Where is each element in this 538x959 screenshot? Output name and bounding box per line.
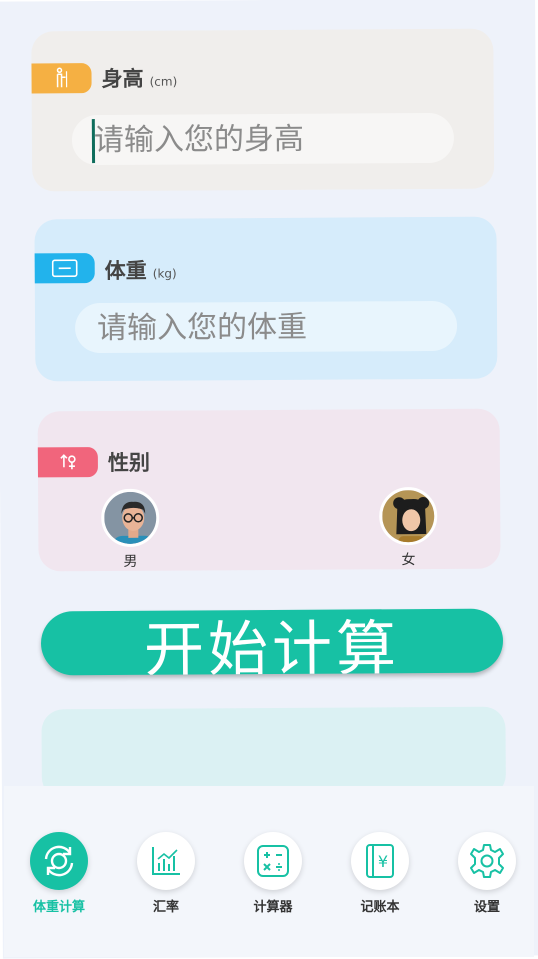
weight-input[interactable] xyxy=(75,301,457,353)
text-caret xyxy=(92,119,95,163)
gender-tag xyxy=(38,447,98,477)
height-input[interactable] xyxy=(72,113,454,165)
person-height-icon xyxy=(52,67,70,89)
weight-title-label: 体重 xyxy=(105,255,147,285)
tab-label: 汇率 xyxy=(121,896,211,915)
weight-tag xyxy=(35,253,95,283)
male-avatar[interactable] xyxy=(101,489,159,547)
gender-label-male: 男 xyxy=(98,551,162,571)
gender-title-label: 性别 xyxy=(108,447,150,477)
calculator-icon[interactable] xyxy=(244,832,302,890)
height-tag xyxy=(31,63,91,93)
gender-title: 性别 xyxy=(108,447,150,477)
tab-exchange-rate[interactable]: 汇率 xyxy=(121,832,211,915)
gender-option-male[interactable]: 男 xyxy=(98,489,162,571)
gender-label-female: 女 xyxy=(376,549,440,569)
gender-card: 性别 男 xyxy=(38,409,501,572)
tab-label: 计算器 xyxy=(228,896,318,915)
scale-icon xyxy=(52,259,78,277)
weight-title: 体重 (kg) xyxy=(105,255,177,285)
tab-label: 体重计算 xyxy=(14,896,104,915)
tab-ledger[interactable]: ¥ 记账本 xyxy=(335,832,425,915)
height-card: 身高 (cm) xyxy=(31,29,494,192)
tab-label: 设置 xyxy=(442,896,532,915)
svg-text:¥: ¥ xyxy=(378,852,388,871)
chart-icon[interactable] xyxy=(137,832,195,890)
tab-weight-calc[interactable]: 体重计算 xyxy=(14,832,104,915)
gear-icon[interactable] xyxy=(458,832,516,890)
tab-settings[interactable]: 设置 xyxy=(442,832,532,915)
refresh-cycle-icon[interactable] xyxy=(30,832,88,890)
gender-icon xyxy=(58,453,78,471)
start-calculate-button[interactable]: 开始计算 xyxy=(41,609,503,676)
height-unit: (cm) xyxy=(150,75,178,89)
tab-label: 记账本 xyxy=(335,896,425,915)
height-title: 身高 (cm) xyxy=(101,63,177,93)
ledger-icon[interactable]: ¥ xyxy=(351,832,409,890)
bottom-tab-bar: 体重计算 汇率 计算器 xyxy=(4,786,534,957)
tab-calculator[interactable]: 计算器 xyxy=(228,832,318,915)
weight-card: 体重 (kg) xyxy=(34,217,497,382)
weight-unit: (kg) xyxy=(153,267,177,281)
female-avatar[interactable] xyxy=(379,487,437,545)
start-calculate-label: 开始计算 xyxy=(144,619,400,675)
height-title-label: 身高 xyxy=(101,63,143,93)
gender-option-female[interactable]: 女 xyxy=(376,487,440,569)
